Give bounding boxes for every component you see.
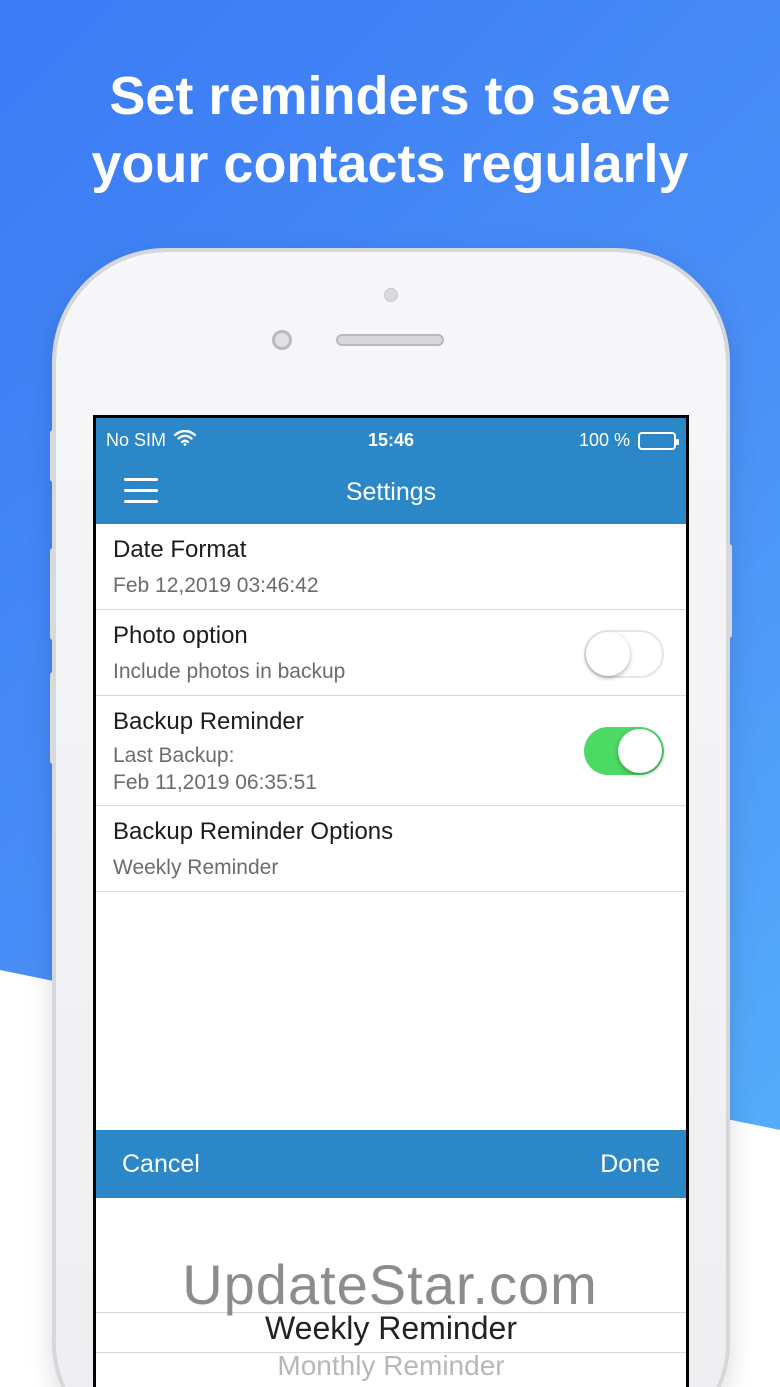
setting-backup-reminder-options[interactable]: Backup Reminder Options Weekly Reminder [96,806,686,892]
date-format-title: Date Format [113,536,247,563]
cancel-button[interactable]: Cancel [122,1150,200,1179]
last-backup-label: Last Backup: [113,744,235,767]
backup-reminder-options-value: Weekly Reminder [113,856,279,879]
phone-screen: No SIM 15:46 100 % Settings Date Format … [93,415,689,1387]
last-backup-date: Feb 11,2019 06:35:51 [113,771,317,794]
battery-percentage: 100 % [578,430,630,450]
promo-headline: Set reminders to save your contacts regu… [0,62,780,198]
photo-option-title: Photo option [113,622,248,649]
earpiece-speaker [336,334,444,346]
phone-volume-up [50,548,56,640]
setting-backup-reminder: Backup Reminder Last Backup: Feb 11,2019… [96,696,686,806]
settings-list: Date Format Feb 12,2019 03:46:42 Photo o… [96,524,686,892]
photo-option-subtitle: Include photos in backup [113,660,346,683]
setting-date-format[interactable]: Date Format Feb 12,2019 03:46:42 [96,524,686,610]
status-right: 100 % [578,430,679,451]
toggle-knob [586,632,630,676]
navigation-bar: Settings [96,458,686,524]
done-button[interactable]: Done [600,1150,660,1179]
headline-line-1: Set reminders to save [109,66,671,126]
backup-reminder-toggle[interactable] [584,727,664,775]
watermark-logo: UpdateStar.com [182,1253,598,1316]
page-title: Settings [345,478,437,506]
picker-toolbar: Cancel Done [96,1130,686,1198]
battery-icon [638,431,679,450]
app-screen: No SIM 15:46 100 % Settings Date Format … [96,418,686,1387]
photo-option-toggle[interactable] [584,630,664,678]
date-format-value: Feb 12,2019 03:46:42 [113,574,319,597]
backup-reminder-options-title: Backup Reminder Options [113,818,394,845]
proximity-sensor [384,288,398,302]
phone-mute-switch [50,430,56,482]
phone-volume-down [50,672,56,764]
front-camera [272,330,292,350]
status-bar: No SIM 15:46 100 % [96,418,686,458]
picker-next-option[interactable]: Monthly Reminder [96,1350,686,1382]
toggle-knob [618,729,662,773]
headline-line-2: your contacts regularly [91,134,689,194]
backup-reminder-title: Backup Reminder [113,708,304,735]
phone-power-button [726,544,732,638]
setting-photo-option: Photo option Include photos in backup [96,610,686,696]
